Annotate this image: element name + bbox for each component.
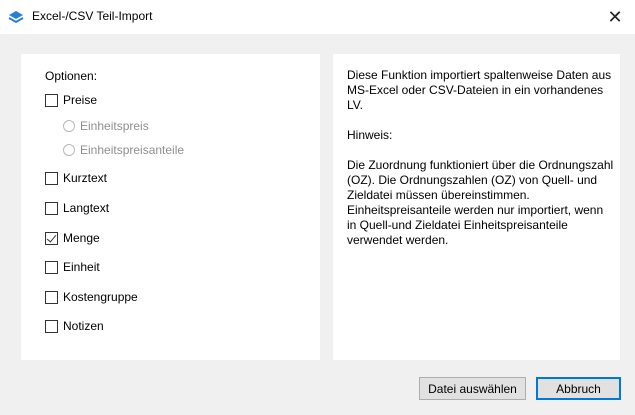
checkbox-label: Menge [63, 231, 100, 245]
import-dialog: Excel-/CSV Teil-Import ✕ Optionen: Preis… [0, 0, 635, 415]
checkbox-kurztext[interactable]: Kurztext [45, 170, 107, 186]
select-file-button[interactable]: Datei auswählen [419, 377, 526, 400]
radio-label: Einheitspreis [80, 119, 149, 133]
dialog-body: Optionen: Preise Einheitspreis Einheitsp… [0, 34, 635, 415]
checkbox-label: Einheit [63, 260, 100, 274]
radio-circle[interactable] [63, 120, 75, 132]
options-panel: Optionen: Preise Einheitspreis Einheitsp… [21, 54, 320, 360]
checkbox-box[interactable] [45, 290, 58, 304]
checkbox-box[interactable] [45, 201, 58, 215]
info-panel: Diese Funktion importiert spaltenweise D… [333, 54, 620, 360]
checkbox-box[interactable] [45, 93, 58, 107]
checkbox-einheit[interactable]: Einheit [45, 259, 100, 275]
checkbox-kostengruppe[interactable]: Kostengruppe [45, 289, 138, 305]
checkbox-box[interactable] [45, 319, 58, 333]
checkbox-label: Kostengruppe [63, 290, 138, 304]
checkbox-menge[interactable]: Menge [45, 230, 100, 246]
checkbox-preise[interactable]: Preise [45, 92, 97, 108]
options-heading: Optionen: [45, 69, 98, 83]
checkbox-box[interactable] [45, 171, 58, 185]
close-button[interactable]: ✕ [595, 0, 635, 34]
checkbox-langtext[interactable]: Langtext [45, 200, 109, 216]
radio-einheitspreis[interactable]: Einheitspreis [63, 118, 149, 134]
checkbox-box-checked[interactable] [45, 231, 58, 245]
radio-circle[interactable] [63, 144, 75, 156]
checkbox-label: Notizen [63, 319, 104, 333]
checkbox-label: Preise [63, 93, 98, 107]
checkbox-label: Langtext [63, 201, 110, 215]
window-title: Excel-/CSV Teil-Import [32, 9, 153, 23]
info-text: Diese Funktion importiert spaltenweise D… [347, 68, 614, 247]
close-icon: ✕ [607, 6, 623, 27]
checkbox-box[interactable] [45, 260, 58, 274]
radio-einheitspreisanteile[interactable]: Einheitspreisanteile [63, 142, 184, 158]
radio-label: Einheitspreisanteile [80, 143, 185, 157]
cancel-button[interactable]: Abbruch [536, 377, 621, 400]
app-logo-icon [8, 9, 24, 25]
checkbox-notizen[interactable]: Notizen [45, 318, 104, 334]
title-bar: Excel-/CSV Teil-Import ✕ [0, 0, 635, 34]
checkbox-label: Kurztext [63, 171, 108, 185]
